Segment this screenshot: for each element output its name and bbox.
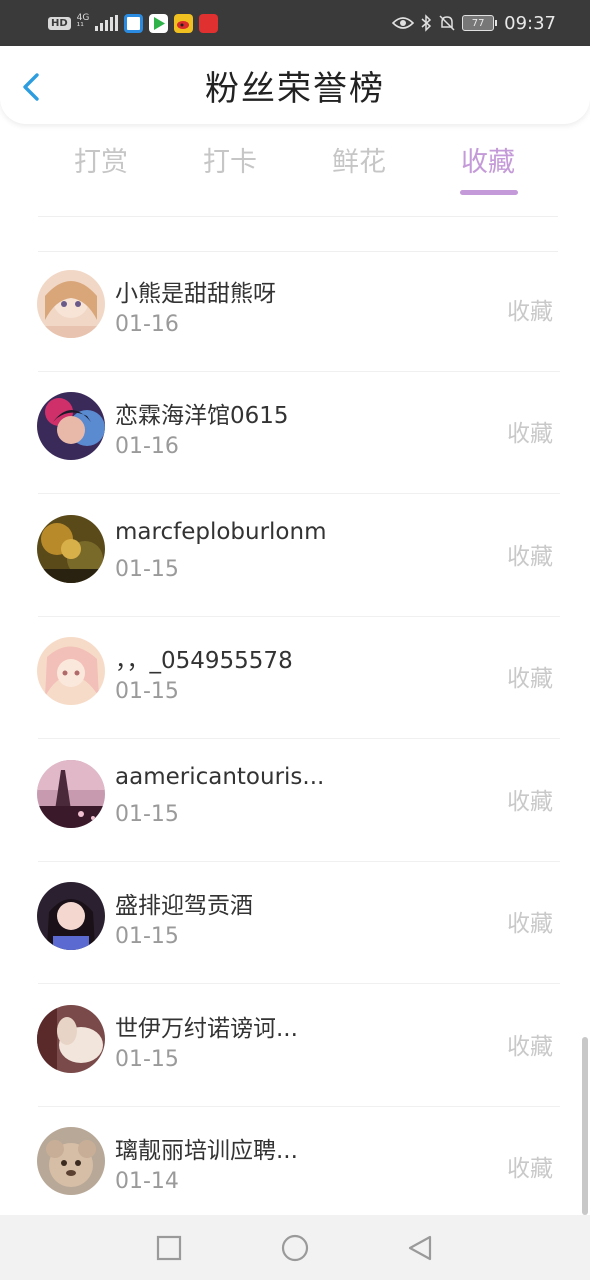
clock: 09:37 [504, 12, 556, 34]
battery-level: 77 [471, 17, 485, 29]
user-name: aamericantouris... [115, 764, 325, 790]
user-name: 小熊是甜甜熊呀 [115, 281, 276, 307]
favorite-date: 01-14 [115, 1169, 179, 1194]
tab-favorites[interactable]: 收藏 [438, 140, 538, 179]
app-header: 粉丝荣誉榜 [0, 46, 590, 124]
page-title: 粉丝荣誉榜 [205, 68, 385, 109]
user-name: 恋霖海洋馆0615 [115, 403, 289, 429]
user-name: 世伊万纣诺谤诃... [115, 1016, 298, 1042]
avatar [37, 760, 105, 828]
row-divider [38, 738, 560, 739]
user-name: marcfeploburlonm [115, 519, 327, 545]
favorite-label: 收藏 [507, 544, 553, 570]
list-item[interactable]: 盛排迎驾贡酒 01-15 收藏 [0, 862, 590, 984]
favorite-date: 01-15 [115, 679, 179, 704]
favorite-label: 收藏 [507, 1034, 553, 1060]
app-blue-icon [124, 13, 144, 33]
favorite-date: 01-16 [115, 434, 179, 459]
status-left: HD 4G ¹¹ [48, 13, 219, 33]
system-nav-bar [0, 1215, 590, 1280]
tab-reward[interactable]: 打赏 [51, 140, 151, 179]
eye-icon [392, 17, 415, 29]
favorite-date: 01-15 [115, 1047, 179, 1072]
recent-apps-icon[interactable] [155, 1234, 183, 1262]
avatar [37, 515, 105, 583]
list-item[interactable]: ，，_054955578 01-15 收藏 [0, 617, 590, 739]
battery-icon: 77 [462, 15, 498, 31]
mute-bell-icon [439, 15, 455, 31]
favorite-date: 01-15 [115, 802, 179, 827]
avatar [37, 882, 105, 950]
list-item[interactable]: marcfeploburlonm 01-15 收藏 [0, 495, 590, 617]
bluetooth-icon [421, 14, 432, 32]
avatar [37, 392, 105, 460]
favorite-label: 收藏 [507, 911, 553, 937]
avatar [37, 637, 105, 705]
favorite-label: 收藏 [507, 1156, 553, 1182]
status-right: 77 09:37 [392, 13, 556, 34]
tab-flowers[interactable]: 鲜花 [309, 140, 409, 179]
row-divider [38, 983, 560, 984]
user-name: ，，_054955578 [115, 648, 293, 674]
scrollbar[interactable] [582, 1037, 588, 1215]
favorite-date: 01-16 [115, 312, 179, 337]
back-triangle-icon[interactable] [406, 1234, 434, 1262]
user-name: 璃靓丽培训应聘... [115, 1138, 298, 1164]
signal-icon [95, 15, 119, 31]
favorite-label: 收藏 [507, 789, 553, 815]
list-item[interactable]: aamericantouris... 01-15 收藏 [0, 740, 590, 862]
list-item[interactable]: 世伊万纣诺谤诃... 01-15 收藏 [0, 985, 590, 1107]
home-icon[interactable] [281, 1234, 309, 1262]
divider [38, 216, 558, 217]
list-item[interactable]: 璃靓丽培训应聘... 01-14 收藏 [0, 1107, 590, 1229]
app-weibo-icon [174, 13, 194, 33]
favorite-date: 01-15 [115, 924, 179, 949]
avatar [37, 1127, 105, 1195]
app-play-icon [149, 13, 169, 33]
hd-badge: HD [48, 16, 71, 30]
avatar [37, 1005, 105, 1073]
app-red-icon [199, 13, 219, 33]
avatar [37, 270, 105, 338]
list-item[interactable]: 小熊是甜甜熊呀 01-16 收藏 [0, 250, 590, 372]
favorite-date: 01-15 [115, 557, 179, 582]
network-sub: ¹¹ [76, 22, 84, 32]
network-label: 4G ¹¹ [77, 14, 90, 32]
favorite-label: 收藏 [507, 666, 553, 692]
active-tab-indicator [460, 190, 518, 195]
tab-checkin[interactable]: 打卡 [180, 140, 280, 179]
status-bar: HD 4G ¹¹ 77 09:37 [0, 0, 590, 46]
favorite-label: 收藏 [507, 421, 553, 447]
chevron-left-icon[interactable] [20, 72, 44, 102]
favorite-label: 收藏 [507, 299, 553, 325]
user-name: 盛排迎驾贡酒 [115, 893, 253, 919]
row-divider [38, 493, 560, 494]
list-item[interactable]: 恋霖海洋馆0615 01-16 收藏 [0, 372, 590, 494]
